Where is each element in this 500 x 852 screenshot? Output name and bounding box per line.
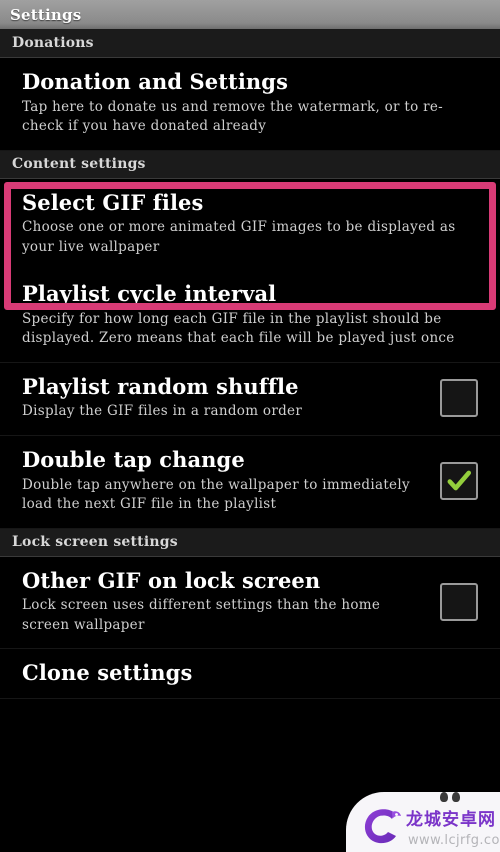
- checkbox-checked[interactable]: [440, 462, 478, 501]
- preference-texts: Donation and Settings Tap here to donate …: [22, 70, 480, 137]
- window-title-bar: Settings: [0, 0, 500, 30]
- settings-scroll-list[interactable]: Donations Donation and Settings Tap here t…: [0, 30, 500, 852]
- preference-summary: Double tap anywhere on the wallpaper to …: [22, 476, 410, 513]
- preference-summary: Choose one or more animated GIF images t…: [22, 219, 456, 255]
- preference-row[interactable]: Playlist random shuffle Display the GIF f…: [0, 363, 500, 436]
- preference-title: Select GIF files: [22, 189, 204, 215]
- preference-title: Other GIF on lock screen: [22, 567, 321, 593]
- section-header: Content settings: [0, 150, 500, 179]
- preference-texts: Playlist cycle interval Specify for how l…: [22, 282, 480, 349]
- preference-title: Donation and Settings: [22, 69, 289, 94]
- preference-row[interactable]: Other GIF on lock screen Lock screen uses…: [0, 557, 500, 650]
- preference-title: Playlist cycle interval: [22, 281, 277, 307]
- preference-summary: Lock screen uses different settings than…: [22, 597, 381, 633]
- preference-summary: Specify for how long each GIF file in th…: [22, 310, 455, 347]
- preference-row[interactable]: Clone settings: [0, 649, 500, 699]
- section-header: Donations: [0, 30, 500, 58]
- preference-title: Clone settings: [22, 660, 193, 686]
- check-icon: [442, 464, 476, 498]
- preference-texts: Double tap change Double tap anywhere on …: [22, 448, 440, 515]
- preference-texts: Other GIF on lock screen Lock screen uses…: [22, 569, 440, 636]
- preference-summary: Display the GIF files in a random order: [22, 403, 303, 420]
- preference-row[interactable]: Playlist cycle interval Specify for how l…: [0, 270, 500, 363]
- preference-row[interactable]: Select GIF files Choose one or more anima…: [0, 178, 500, 271]
- preference-texts: Clone settings: [22, 661, 480, 685]
- preference-title: Double tap change: [22, 447, 245, 472]
- preference-texts: Playlist random shuffle Display the GIF f…: [22, 375, 440, 422]
- section-header: Lock screen settings: [0, 528, 500, 557]
- checkbox-unchecked[interactable]: [440, 582, 478, 621]
- preference-row[interactable]: Double tap change Double tap anywhere on …: [0, 436, 500, 529]
- preference-row[interactable]: Donation and Settings Tap here to donate …: [0, 58, 500, 151]
- preference-title: Playlist random shuffle: [22, 373, 299, 399]
- page-title: Settings: [10, 5, 82, 24]
- checkbox-unchecked[interactable]: [440, 379, 478, 418]
- preference-texts: Select GIF files Choose one or more anima…: [22, 191, 480, 258]
- preference-summary: Tap here to donate us and remove the wat…: [22, 98, 444, 135]
